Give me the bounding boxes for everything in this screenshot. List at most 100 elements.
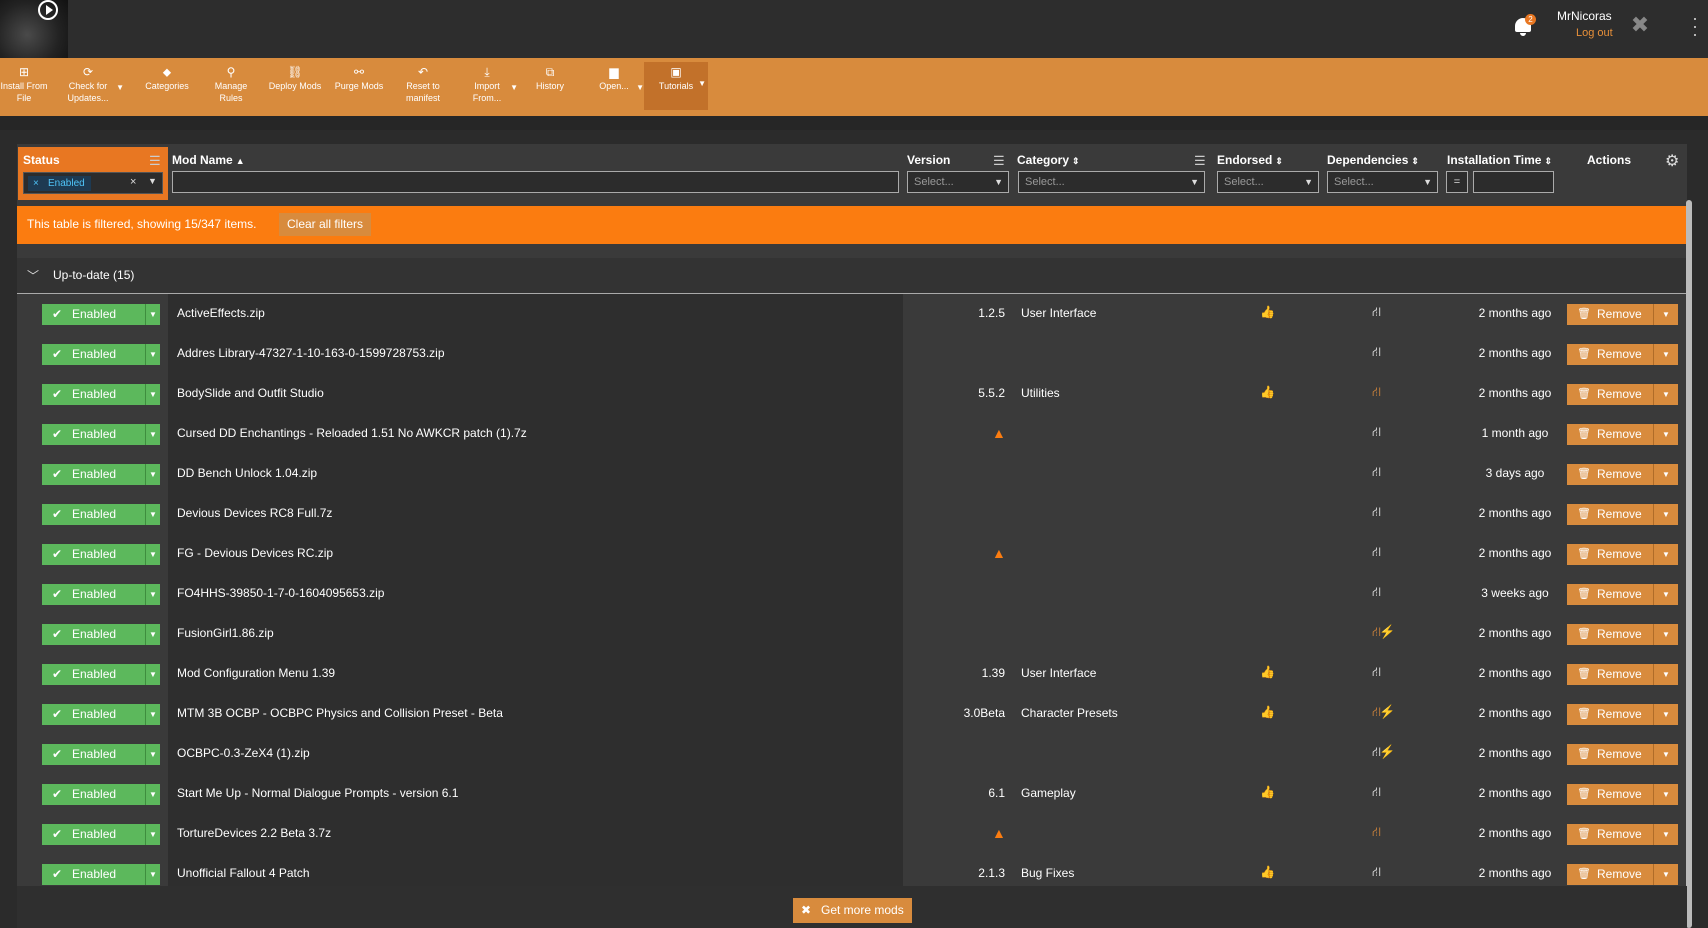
warning-icon[interactable]: ▲ [992,545,1006,561]
categories-button[interactable]: ⬥ Categories [140,58,194,116]
thumbs-up-icon[interactable]: 👍 [1260,705,1275,719]
dependencies-icon[interactable]: ⛙ [1372,464,1381,482]
scrollbar[interactable] [1686,200,1692,928]
chevron-down-icon[interactable]: ▼ [116,82,124,94]
thumbs-up-icon[interactable]: 👍 [1260,865,1275,879]
reset-manifest-button[interactable]: ↶ Reset to manifest [398,58,448,116]
dependencies-icon[interactable]: ⛙ [1372,504,1381,522]
chevron-down-icon[interactable]: ▼ [1653,704,1678,725]
chevron-down-icon[interactable]: ▼ [145,384,160,405]
remove-button[interactable]: 🗑 Remove ▼ [1567,624,1678,645]
status-toggle-button[interactable]: ✔ Enabled ▼ [42,824,160,845]
chevron-down-icon[interactable]: ▼ [145,504,160,525]
status-toggle-button[interactable]: ✔ Enabled ▼ [42,344,160,365]
warning-icon[interactable]: ▲ [992,425,1006,441]
chevron-down-icon[interactable]: ▼ [145,744,160,765]
play-icon[interactable] [38,0,58,20]
warning-icon[interactable]: ▲ [992,825,1006,841]
remove-button[interactable]: 🗑 Remove ▼ [1567,584,1678,605]
remove-button[interactable]: 🗑 Remove ▼ [1567,464,1678,485]
endorsed-filter-select[interactable]: Select... ▼ [1217,171,1319,193]
table-row[interactable]: ✔ Enabled ▼ OCBPC-0.3-ZeX4 (1).zip ⛙⚡ 2 month… [17,734,1687,774]
table-row[interactable]: ✔ Enabled ▼ MTM 3B OCBP - OCBPC Physics and… [17,694,1687,734]
status-header-label[interactable]: Status [23,153,60,167]
installation-time-filter-input[interactable] [1473,171,1554,193]
remove-button[interactable]: 🗑 Remove ▼ [1567,784,1678,805]
category-filter-select[interactable]: Select... ▼ [1018,171,1205,193]
status-toggle-button[interactable]: ✔ Enabled ▼ [42,704,160,725]
chevron-down-icon[interactable]: ▼ [636,82,644,94]
import-from-button[interactable]: ⤓ Import From... ▼ [466,58,518,116]
gear-icon[interactable]: ⚙ [1665,151,1679,171]
install-from-file-button[interactable]: ⊞ Install From File [0,58,48,116]
remove-button[interactable]: 🗑 Remove ▼ [1567,504,1678,525]
chevron-down-icon[interactable]: ▼ [1653,384,1678,405]
chevron-down-icon[interactable]: ▼ [1653,344,1678,365]
clear-icon[interactable]: × [130,176,136,188]
dependencies-icon[interactable]: ⛙⚡ [1372,704,1395,722]
chevron-down-icon[interactable]: ▼ [145,664,160,685]
chevron-down-icon[interactable]: ▼ [148,176,157,186]
status-toggle-button[interactable]: ✔ Enabled ▼ [42,384,160,405]
clear-all-filters-button[interactable]: Clear all filters [279,213,372,236]
remove-button[interactable]: 🗑 Remove ▼ [1567,664,1678,685]
endorsed-header[interactable]: Endorsed ⇕ [1217,153,1283,167]
table-row[interactable]: ✔ Enabled ▼ Mod Configuration Menu 1.39 1.39… [17,654,1687,694]
chevron-down-icon[interactable]: ﹀ [27,267,39,284]
list-icon[interactable]: ☰ [993,153,1005,169]
status-filter[interactable]: × Enabled × ▼ [23,172,163,194]
status-toggle-button[interactable]: ✔ Enabled ▼ [42,664,160,685]
dependencies-icon[interactable]: ⛙ [1372,584,1381,602]
notification-bell-icon[interactable]: 2 [1512,14,1536,38]
chevron-down-icon[interactable]: ▼ [1653,744,1678,765]
remove-button[interactable]: 🗑 Remove ▼ [1567,344,1678,365]
deploy-mods-button[interactable]: ⛓ Deploy Mods [266,58,324,116]
table-row[interactable]: ✔ Enabled ▼ BodySlide and Outfit Studio 5.5.… [17,374,1687,414]
mod-name-header[interactable]: Mod Name ▲ [172,153,245,167]
chevron-down-icon[interactable]: ▼ [1653,864,1678,885]
chevron-down-icon[interactable]: ▼ [510,82,518,94]
remove-button[interactable]: 🗑 Remove ▼ [1567,424,1678,445]
get-more-mods-button[interactable]: ✖ Get more mods [793,898,912,923]
remove-button[interactable]: 🗑 Remove ▼ [1567,864,1678,885]
remove-button[interactable]: 🗑 Remove ▼ [1567,544,1678,565]
dependencies-icon[interactable]: ⛙ [1372,344,1381,362]
chevron-down-icon[interactable]: ▼ [1653,584,1678,605]
table-row[interactable]: ✔ Enabled ▼ Devious Devices RC8 Full.7z ⛙ 2 m… [17,494,1687,534]
dependencies-icon[interactable]: ⛙ [1372,824,1381,842]
table-row[interactable]: ✔ Enabled ▼ TortureDevices 2.2 Beta 3.7z ▲ ⛙ 2… [17,814,1687,854]
chevron-down-icon[interactable]: ▼ [145,704,160,725]
purge-mods-button[interactable]: ⚯ Purge Mods [332,58,386,116]
dependencies-icon[interactable]: ⛙ [1372,664,1381,682]
status-toggle-button[interactable]: ✔ Enabled ▼ [42,784,160,805]
more-menu-icon[interactable]: · · · [1690,9,1700,43]
chevron-down-icon[interactable]: ▼ [1653,504,1678,525]
remove-button[interactable]: 🗑 Remove ▼ [1567,304,1678,325]
dependencies-filter-select[interactable]: Select... ▼ [1327,171,1438,193]
chevron-down-icon[interactable]: ▼ [145,864,160,885]
table-row[interactable]: ✔ Enabled ▼ FO4HHS-39850-1-7-0-1604095653.z… [17,574,1687,614]
chevron-down-icon[interactable]: ▼ [145,784,160,805]
status-toggle-button[interactable]: ✔ Enabled ▼ [42,624,160,645]
group-header[interactable]: ﹀ Up-to-date (15) [17,258,1687,294]
chevron-down-icon[interactable]: ▼ [145,464,160,485]
status-toggle-button[interactable]: ✔ Enabled ▼ [42,424,160,445]
table-row[interactable]: ✔ Enabled ▼ FG - Devious Devices RC.zip ▲ ⛙ 2 … [17,534,1687,574]
dependencies-icon[interactable]: ⛙ [1372,424,1381,442]
chevron-down-icon[interactable]: ▼ [1653,624,1678,645]
avatar[interactable]: ✖ [1628,13,1652,37]
table-row[interactable]: ✔ Enabled ▼ Start Me Up - Normal Dialogue P… [17,774,1687,814]
remove-button[interactable]: 🗑 Remove ▼ [1567,384,1678,405]
status-toggle-button[interactable]: ✔ Enabled ▼ [42,864,160,885]
thumbs-up-icon[interactable]: 👍 [1260,665,1275,679]
chevron-down-icon[interactable]: ▼ [145,584,160,605]
remove-button[interactable]: 🗑 Remove ▼ [1567,744,1678,765]
dependencies-header[interactable]: Dependencies ⇕ [1327,153,1419,167]
chevron-down-icon[interactable]: ▼ [145,824,160,845]
chevron-down-icon[interactable]: ▼ [1653,544,1678,565]
chevron-down-icon[interactable]: ▼ [1653,464,1678,485]
chevron-down-icon[interactable]: ▼ [1653,424,1678,445]
table-row[interactable]: ✔ Enabled ▼ FusionGirl1.86.zip ⛙⚡ 2 months ag… [17,614,1687,654]
status-toggle-button[interactable]: ✔ Enabled ▼ [42,744,160,765]
chevron-down-icon[interactable]: ▼ [145,344,160,365]
